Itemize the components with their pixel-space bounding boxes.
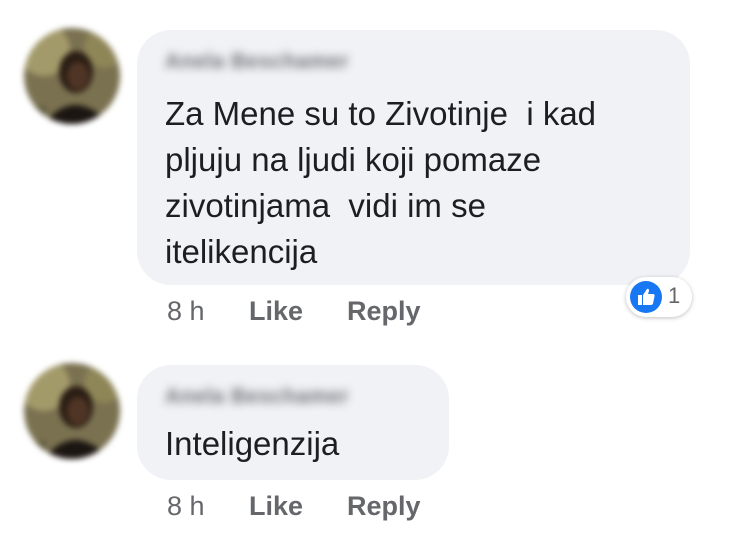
like-button[interactable]: Like (249, 491, 303, 522)
like-button[interactable]: Like (249, 296, 303, 327)
comment-bubble: Anela Beschamer Za Mene su to Zivotinje … (137, 30, 690, 285)
avatar[interactable] (24, 28, 120, 124)
comment-timestamp[interactable]: 8 h (167, 491, 205, 522)
avatar-photo (24, 28, 120, 124)
comment-text: Za Mene su to Zivotinje i kad pljuju na … (165, 95, 597, 270)
comment-timestamp[interactable]: 8 h (167, 296, 205, 327)
comment-bubble: Anela Beschamer Inteligenzija (137, 365, 449, 480)
reply-button[interactable]: Reply (347, 491, 421, 522)
comment-author[interactable]: Anela Beschamer (165, 385, 349, 408)
comment-author[interactable]: Anela Beschamer (165, 50, 349, 73)
reply-button[interactable]: Reply (347, 296, 421, 327)
reaction-count-badge[interactable]: 1 (626, 277, 692, 317)
comment-text: Inteligenzija (165, 425, 340, 462)
avatar[interactable] (24, 363, 120, 459)
reaction-count: 1 (668, 283, 681, 308)
avatar-photo (24, 363, 120, 459)
like-thumb-icon (630, 281, 662, 313)
